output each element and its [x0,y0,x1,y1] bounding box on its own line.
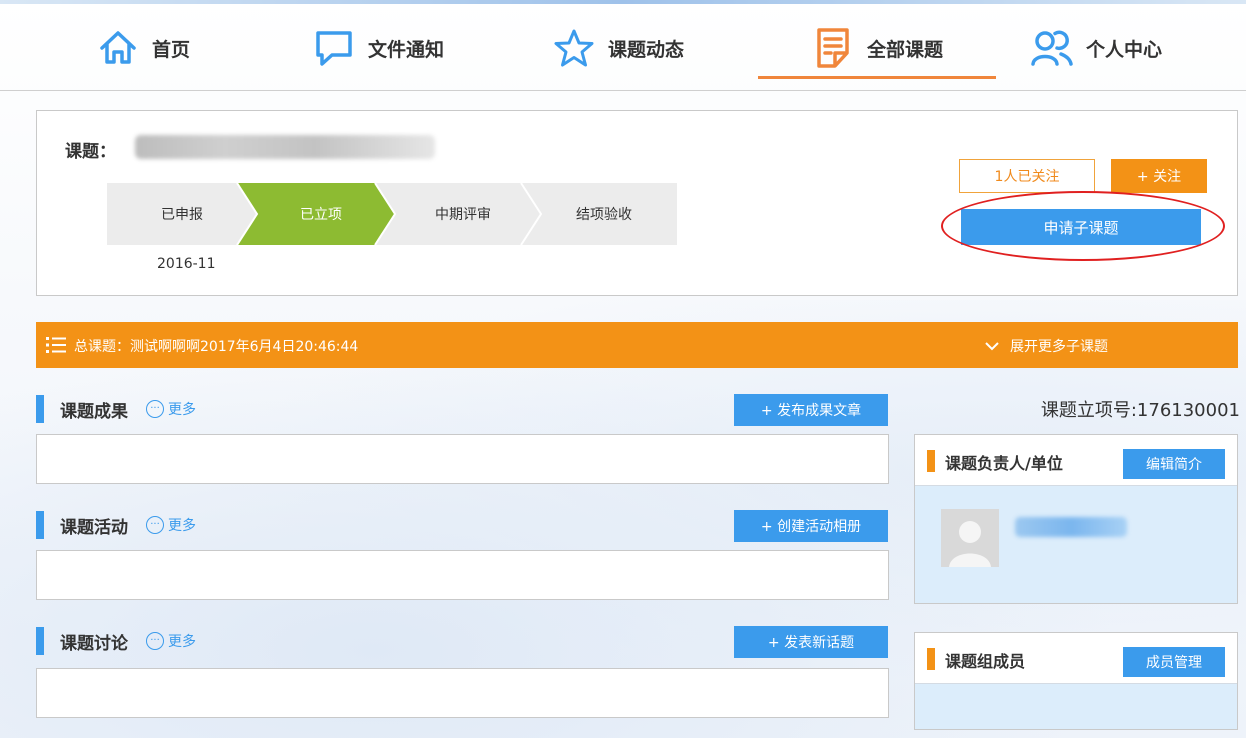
step-final-acceptance: 结项验收 [576,207,632,223]
follow-count-button[interactable]: 1人已关注 [959,159,1095,193]
leader-title: 课题负责人/单位 [945,454,1063,473]
nav-item-notices[interactable]: 文件通知 [312,20,444,76]
activities-content-box [36,550,889,600]
main-nav: 首页 文件通知 课题动态 全部课题 个人中心 [0,0,1246,91]
more-label: 更多 [168,634,196,650]
default-avatar-icon [941,509,999,567]
more-label: 更多 [168,402,196,418]
section-discussion-header: 课题讨论 ··· 更多 [36,624,196,658]
nav-label: 个人中心 [1086,38,1163,61]
follow-button[interactable]: + 关注 [1111,159,1207,193]
list-icon [46,336,68,358]
users-icon [1030,26,1074,70]
section-marker [927,450,935,472]
expand-subprojects-link[interactable]: 展开更多子课题 [984,336,1108,356]
more-link-results[interactable]: ··· 更多 [146,399,196,419]
nav-label: 课题动态 [608,38,685,61]
section-marker [36,627,44,655]
avatar [941,509,999,567]
discussion-content-box [36,668,889,718]
nav-item-all-projects[interactable]: 全部课题 [758,20,996,79]
section-results-header: 课题成果 ··· 更多 [36,392,196,426]
expand-label: 展开更多子课题 [1010,339,1108,355]
leader-panel-header: 课题负责人/单位 编辑简介 [915,435,1237,486]
more-label: 更多 [168,518,196,534]
project-number: 课题立项号:176130001 [1040,400,1240,421]
section-title: 课题活动 [60,517,128,538]
document-icon [811,26,855,70]
step-date: 2016-11 [157,256,216,272]
nav-label: 全部课题 [866,38,943,61]
leader-name-redacted [1015,517,1127,537]
new-topic-button[interactable]: + 发表新话题 [734,626,888,658]
section-marker [36,395,44,423]
step-submitted: 已申报 [161,207,203,223]
section-title: 课题成果 [60,401,128,422]
section-activities-header: 课题活动 ··· 更多 [36,508,196,542]
section-marker [36,511,44,539]
step-midterm-review: 中期评审 [435,207,491,223]
nav-label: 文件通知 [368,38,445,61]
section-marker [927,648,935,670]
members-panel: 课题组成员 成员管理 [914,632,1238,730]
nav-label: 首页 [152,38,191,61]
home-icon [96,26,140,70]
members-title: 课题组成员 [945,652,1026,671]
chat-icon [312,26,356,70]
nav-item-news[interactable]: 课题动态 [552,20,684,76]
more-icon: ··· [146,400,164,418]
star-icon [552,26,596,70]
project-name-redacted [135,135,435,159]
section-title: 课题讨论 [60,633,128,654]
step-approved: 已立项 [300,207,342,223]
more-icon: ··· [146,516,164,534]
manage-members-button[interactable]: 成员管理 [1123,647,1225,677]
apply-subproject-button[interactable]: 申请子课题 [961,209,1201,245]
parent-project-text: 总课题：测试啊啊啊2017年6月4日20:46:44 [74,339,359,355]
chevron-down-icon [985,342,999,351]
edit-intro-button[interactable]: 编辑简介 [1123,449,1225,479]
more-link-activities[interactable]: ··· 更多 [146,515,196,535]
project-panel: 课题： 已申报 已立项 中期评审 结项验收 2016-11 1人已关注 + 关注… [36,110,1238,296]
nav-item-profile[interactable]: 个人中心 [1030,20,1162,76]
more-icon: ··· [146,632,164,650]
more-link-discussion[interactable]: ··· 更多 [146,631,196,651]
leader-panel: 课题负责人/单位 编辑简介 [914,434,1238,604]
project-title-label: 课题： [65,142,116,162]
results-content-box [36,434,889,484]
parent-project-bar: 总课题：测试啊啊啊2017年6月4日20:46:44 展开更多子课题 [36,322,1238,368]
publish-article-button[interactable]: + 发布成果文章 [734,394,888,426]
create-album-button[interactable]: + 创建活动相册 [734,510,888,542]
progress-steps: 已申报 已立项 中期评审 结项验收 [107,183,677,245]
members-panel-header: 课题组成员 成员管理 [915,633,1237,684]
nav-item-home[interactable]: 首页 [96,20,190,76]
